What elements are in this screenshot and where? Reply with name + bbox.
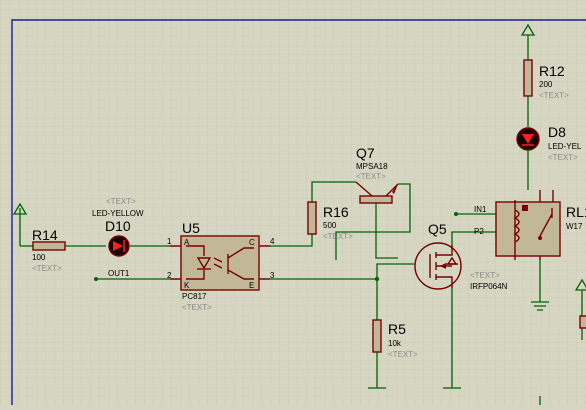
resistor-r5[interactable] [372, 319, 382, 353]
u5-pin4: 4 [270, 237, 275, 246]
rl1-ref: RL1 [566, 204, 586, 220]
r5-text: <TEXT> [388, 350, 418, 359]
r12-text: <TEXT> [539, 91, 569, 100]
r12-ref: R12 [539, 63, 565, 79]
q5-part: IRFP064N [470, 282, 508, 291]
d10-text: <TEXT> [106, 197, 136, 206]
led-d8[interactable] [516, 127, 540, 151]
u5-pin-a: A [184, 238, 190, 247]
resistor-r16[interactable] [307, 201, 317, 235]
in1-node [454, 212, 458, 216]
resistor-r14[interactable] [32, 241, 66, 251]
rl1-part: W17 [566, 222, 583, 231]
q7-part: MPSA18 [356, 162, 388, 171]
u5-ref: U5 [182, 220, 200, 236]
u5-part: PC817 [182, 292, 207, 301]
q5-ref: Q5 [428, 221, 447, 237]
d8-type: LED-YEL [548, 142, 582, 151]
q5-text: <TEXT> [470, 271, 500, 280]
rl1-pin-in1: IN1 [474, 205, 487, 214]
schematic-svg: R14 100 <TEXT> <TEXT> LED-YELLOW D10 OUT… [0, 0, 586, 405]
resistor-edge-partial[interactable] [579, 315, 586, 329]
rl1-pin-p2: P2 [474, 227, 484, 236]
d8-ref: D8 [548, 124, 566, 140]
r16-value: 500 [323, 221, 337, 230]
u5-pin-c: C [249, 238, 255, 247]
r12-value: 200 [539, 80, 553, 89]
led-d10[interactable] [108, 235, 130, 257]
r14-value: 100 [32, 253, 46, 262]
u5-pin2: 2 [167, 271, 172, 280]
d8-text: <TEXT> [548, 153, 578, 162]
u5-pin1: 1 [167, 237, 172, 246]
out1-label: OUT1 [108, 269, 130, 278]
d10-type: LED-YELLOW [92, 209, 144, 218]
out1-node [94, 277, 98, 281]
u5-pin-k: K [184, 281, 190, 290]
q7-text: <TEXT> [356, 172, 386, 181]
r5-value: 10k [388, 339, 402, 348]
r14-text: <TEXT> [32, 264, 62, 273]
u5-pin-e: E [249, 281, 254, 290]
u5-text: <TEXT> [182, 303, 212, 312]
r16-ref: R16 [323, 204, 349, 220]
r5-ref: R5 [388, 321, 406, 337]
q7-ref: Q7 [356, 145, 375, 161]
r16-text: <TEXT> [323, 232, 353, 241]
d10-ref: D10 [105, 218, 131, 234]
resistor-r12[interactable] [523, 59, 533, 97]
r14-ref: R14 [32, 227, 58, 243]
schematic-canvas: R14 100 <TEXT> <TEXT> LED-YELLOW D10 OUT… [0, 0, 586, 405]
